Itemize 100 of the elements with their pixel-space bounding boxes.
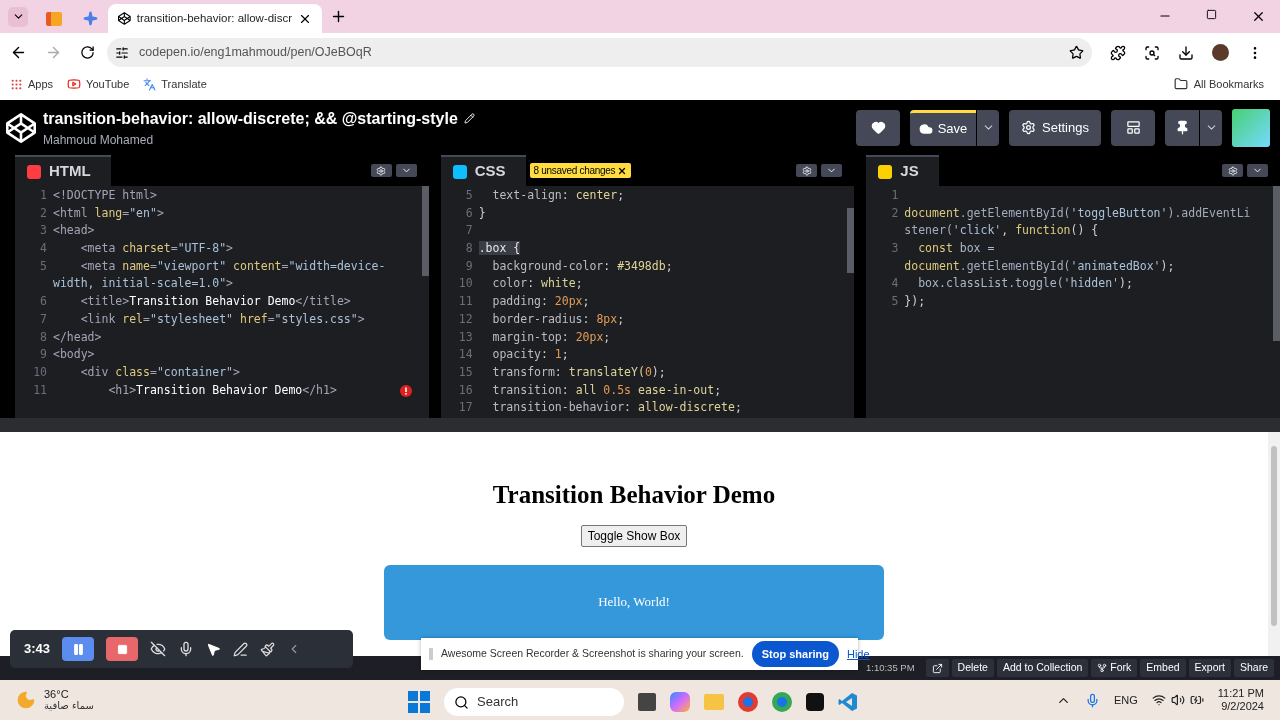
collapse-button[interactable] [821,164,843,177]
play-icon [67,77,82,92]
avatar-icon [1212,44,1229,61]
download-icon [1178,44,1194,61]
preview-heading: Transition Behavior Demo [492,480,776,510]
pin-button[interactable] [1165,109,1199,146]
heart-icon [870,120,886,135]
close-icon [1251,9,1266,24]
author-name[interactable]: Mahmoud Mohamed [43,130,475,149]
footer-button[interactable]: Embed [1140,659,1186,677]
language-indicator[interactable]: ENG [1113,691,1138,709]
save-options-button[interactable] [977,109,999,146]
clock-time[interactable]: 11:21 PM [1217,687,1264,700]
code-line: background-color: #3498db; [491,257,673,275]
stop-icon [116,643,128,655]
code-line: box.classList.toggle('hidden'); [917,275,1133,293]
open-external-button[interactable] [925,659,949,677]
editor-tab[interactable]: CSS [440,155,526,186]
code-editor-icon[interactable] [838,692,858,712]
pin-icon [1174,120,1190,135]
stop-sharing-button[interactable]: Stop sharing [751,641,839,667]
code-line: <link rel="stylesheet" href="styles.css"> [79,310,365,328]
line-number: 11 [33,382,47,397]
code-line: opacity: 1; [491,346,569,364]
lens-icon [1144,44,1160,61]
footer-button[interactable]: Fork [1091,659,1138,677]
settings-button[interactable] [1222,164,1243,177]
browser-tab[interactable]: transition-behavior: allow-discr [108,4,322,33]
settings-button[interactable] [796,164,818,177]
wifi-icon [1151,693,1166,707]
bookmark[interactable]: YouTube [67,76,130,93]
app-icon[interactable] [806,693,824,711]
scrollbar[interactable] [1268,432,1280,656]
clock-date[interactable]: 9/2/2024 [1221,700,1264,713]
collapse-button[interactable] [1247,164,1268,177]
collapse-button[interactable] [395,164,417,177]
bookmark[interactable]: Translate [143,76,207,93]
scrollbar[interactable] [1273,186,1280,341]
footer-button[interactable]: Export [1188,659,1231,677]
toggle-button[interactable]: Toggle Show Box [580,524,688,547]
weather-text: سماء صافية [44,700,94,712]
pen-title[interactable]: transition-behavior: allow-discrete; && @starting-style [43,106,458,131]
line-number: 11 [458,294,473,309]
maximize-icon [1206,9,1217,20]
editor-tab[interactable]: HTML [15,155,111,186]
settings-button[interactable]: Settings [1009,109,1101,146]
code-line: margin-top: 20px; [491,328,611,346]
line-number: 10 [458,276,473,291]
tab-list-button[interactable] [8,6,28,27]
sparkle-icon [82,11,98,26]
box-text: Hello, World! [598,593,670,612]
footer-button[interactable]: Share [1233,659,1274,677]
footer-button[interactable]: Add to Collection [996,659,1089,677]
star-icon [1069,45,1084,60]
forward-icon [45,44,62,61]
puzzle-icon [1110,44,1126,61]
line-number: 5 [891,294,899,309]
external-link-icon [931,662,943,674]
new-tab-icon [330,8,347,25]
hide-link[interactable]: Hide [846,645,870,663]
layout-button[interactable] [1111,109,1155,146]
settings-icon [801,165,812,176]
start-icon[interactable] [408,691,430,713]
volume-icon [1170,693,1185,707]
moon-icon [16,690,36,710]
code-line: stener('click', function() { [903,222,1099,240]
code-line: } [477,204,486,222]
line-number: 12 [458,311,473,326]
scrollbar[interactable] [421,186,429,276]
all-bookmarks[interactable]: All Bookmarks [1173,76,1264,93]
close-icon [617,165,628,176]
footer-button[interactable]: Delete [951,659,994,677]
line-number: 14 [458,347,473,362]
scrollbar[interactable] [847,208,855,273]
folder-icon [1173,77,1188,92]
code-line: <title>Transition Behavior Demo</title> [79,293,351,311]
line-number: 6 [40,294,47,309]
line-number: 9 [40,347,47,362]
pen-icon [233,641,249,657]
settings-button[interactable] [370,164,392,177]
user-avatar[interactable] [1232,108,1270,147]
address-field[interactable]: codepen.io/eng1mahmoud/pen/OJeBOqR [107,38,1092,67]
bookmark[interactable]: Apps [10,76,54,93]
fork-icon [1097,663,1108,673]
settings-icon [1227,165,1238,176]
stop-button[interactable] [106,637,139,661]
code-line: padding: 20px; [491,293,590,311]
search-field[interactable]: Search [444,688,624,716]
code-line: text-align: center; [491,187,625,204]
line-number: 5 [465,188,473,202]
search-icon [454,694,469,710]
unsaved-badge[interactable]: 8 unsaved changes [529,163,632,178]
line-number: 4 [891,276,899,291]
save-button[interactable]: Save [910,109,976,146]
like-button[interactable] [856,109,900,146]
editor-tab[interactable]: JS [866,155,939,186]
temperature: 36°C [44,688,70,700]
pause-button[interactable] [62,637,95,661]
code-line: <meta charset="UTF-8"> [79,240,234,258]
cube-logo-icon [6,112,36,143]
